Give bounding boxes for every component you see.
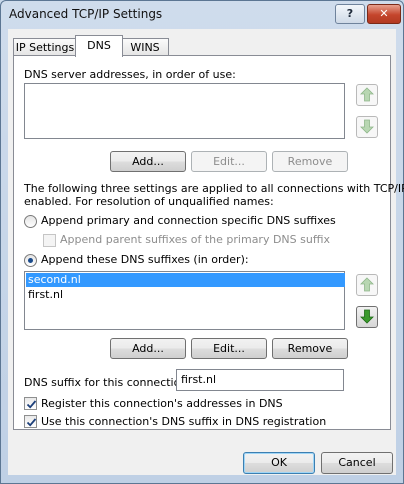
list-item[interactable]: second.nl	[26, 273, 345, 287]
servers-add-button[interactable]: Add...	[110, 151, 186, 172]
dns-servers-list[interactable]	[24, 83, 345, 139]
dns-suffixes-list[interactable]: second.nl first.nl	[24, 271, 345, 330]
green-down-arrow-icon	[360, 119, 374, 134]
connection-suffix-value: first.nl	[181, 373, 217, 386]
checkbox-use-suffix-label[interactable]: Use this connection's DNS suffix in DNS …	[41, 415, 326, 428]
checkbox-append-parent[interactable]	[43, 234, 56, 247]
suffixes-move-up-button[interactable]	[356, 274, 378, 296]
title-bar[interactable]: Advanced TCP/IP Settings ? ✕	[1, 1, 403, 29]
green-up-arrow-icon	[360, 277, 374, 292]
checkbox-append-parent-label[interactable]: Append parent suffixes of the primary DN…	[60, 233, 330, 246]
dns-tab-panel: DNS server addresses, in order of use: A…	[13, 55, 404, 430]
green-up-arrow-icon	[360, 87, 374, 102]
connection-suffix-label: DNS suffix for this connection:	[24, 376, 192, 389]
checkmark-icon	[26, 400, 37, 409]
servers-move-up-button[interactable]	[356, 84, 378, 106]
checkbox-use-suffix[interactable]	[24, 415, 37, 428]
cancel-button[interactable]: Cancel	[321, 452, 393, 474]
radio-append-these-label[interactable]: Append these DNS suffixes (in order):	[41, 253, 249, 266]
radio-append-primary-label[interactable]: Append primary and connection specific D…	[41, 214, 336, 227]
info-text-line2: enabled. For resolution of unqualified n…	[24, 195, 274, 208]
dns-servers-label: DNS server addresses, in order of use:	[24, 68, 236, 81]
tab-strip: IP Settings DNS WINS	[13, 35, 393, 57]
dialog-client-area: IP Settings DNS WINS DNS server addresse…	[8, 29, 404, 475]
help-button[interactable]: ?	[335, 4, 365, 24]
suffixes-remove-button[interactable]: Remove	[272, 338, 348, 359]
tab-wins[interactable]: WINS	[121, 38, 169, 56]
tab-ip-settings[interactable]: IP Settings	[13, 38, 77, 56]
servers-move-down-button[interactable]	[356, 116, 378, 138]
green-down-arrow-icon	[360, 309, 374, 324]
info-text-line1: The following three settings are applied…	[24, 182, 404, 195]
ok-button[interactable]: OK	[243, 452, 315, 474]
close-button[interactable]: ✕	[367, 4, 401, 24]
suffixes-edit-button[interactable]: Edit...	[191, 338, 267, 359]
checkbox-register-addresses-label[interactable]: Register this connection's addresses in …	[41, 397, 283, 410]
checkbox-register-addresses[interactable]	[24, 397, 37, 410]
servers-edit-button[interactable]: Edit...	[191, 151, 267, 172]
list-item[interactable]: first.nl	[26, 288, 63, 302]
suffixes-move-down-button[interactable]	[356, 306, 378, 328]
servers-remove-button[interactable]: Remove	[272, 151, 348, 172]
suffixes-add-button[interactable]: Add...	[110, 338, 186, 359]
tab-dns[interactable]: DNS	[75, 35, 123, 57]
connection-suffix-input[interactable]: first.nl	[176, 369, 344, 391]
checkmark-icon	[26, 418, 37, 427]
radio-append-these[interactable]	[24, 254, 37, 267]
radio-append-primary[interactable]	[24, 215, 37, 228]
window-title: Advanced TCP/IP Settings	[9, 7, 163, 21]
dialog-window: Advanced TCP/IP Settings ? ✕ IP Settings…	[0, 0, 404, 484]
